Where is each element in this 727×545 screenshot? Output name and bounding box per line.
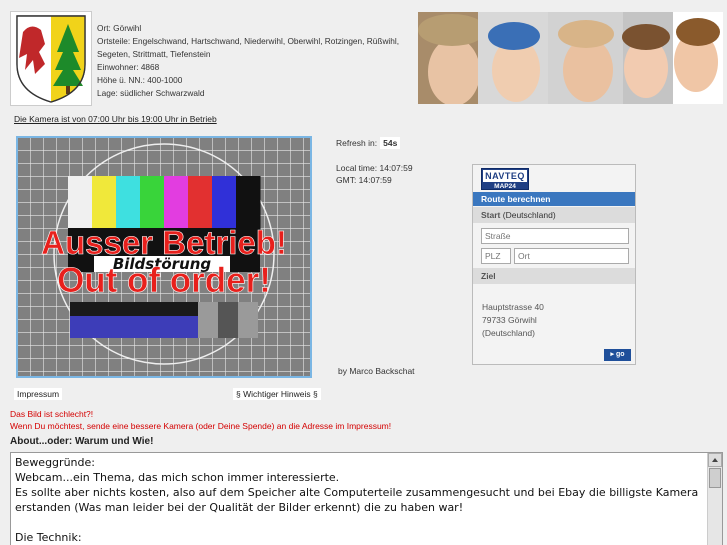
about-heading: About...oder: Warum und Wie!: [10, 436, 154, 447]
bad-image-notice: Das Bild ist schlecht?!: [10, 409, 94, 419]
hinweis-link[interactable]: § Wichtiger Hinweis §: [233, 388, 321, 400]
plz-input[interactable]: [481, 248, 511, 264]
route-destination-section: Ziel: [473, 268, 635, 284]
test-card-color-bars: [68, 176, 261, 230]
location-hoehe: Höhe ü. NN.: 400-1000: [97, 75, 183, 85]
out-of-service-de: Ausser Betrieb!: [41, 224, 287, 261]
camera-hours-link[interactable]: Die Kamera ist von 07:00 Uhr bis 19:00 U…: [14, 114, 217, 124]
donation-notice: Wenn Du möchtest, sende eine bessere Kam…: [10, 421, 392, 431]
route-planner-widget: NAVTEQ MAP24 Route berechnen Start (Deut…: [472, 164, 636, 365]
author-byline: by Marco Backschat: [338, 366, 415, 376]
refresh-label: Refresh in:: [336, 138, 378, 148]
textarea-scrollbar[interactable]: [707, 453, 722, 545]
route-go-button[interactable]: ▸ go: [604, 349, 631, 361]
color-bar: [68, 176, 93, 230]
local-time: Local time: 14:07:59: [336, 163, 413, 173]
refresh-seconds: 54s: [380, 137, 401, 149]
about-textarea[interactable]: Beweggründe: Webcam...ein Thema, das mic…: [10, 452, 723, 545]
address-city: 79733 Görwihl: [482, 315, 537, 325]
ort-input[interactable]: [514, 248, 629, 264]
location-ort: Ort: Görwihl: [97, 23, 142, 33]
ziel-label: Ziel: [481, 271, 496, 281]
route-header: Route berechnen: [473, 192, 635, 206]
time-display: Local time: 14:07:59 GMT: 14:07:59: [336, 162, 413, 186]
color-bar: [116, 176, 141, 230]
location-einwohner: Einwohner: 4868: [97, 62, 160, 72]
start-country: (Deutschland): [502, 210, 556, 220]
location-lage: Lage: südlicher Schwarzwald: [97, 88, 205, 98]
address-country: (Deutschland): [482, 328, 535, 338]
location-ortsteile-cont: Segeten, Strittmatt, Tiefenstein: [97, 49, 211, 59]
color-bar: [236, 176, 261, 230]
color-bar: [188, 176, 213, 230]
location-ortsteile: Ortsteile: Engelschwand, Hartschwand, Ni…: [97, 36, 400, 46]
color-bar: [92, 176, 117, 230]
color-bar: [164, 176, 189, 230]
coat-of-arms-logo: [10, 11, 92, 106]
route-start-section: Start (Deutschland): [473, 207, 635, 223]
impressum-link[interactable]: Impressum: [14, 388, 63, 400]
about-text: Beweggründe: Webcam...ein Thema, das mic…: [15, 456, 699, 544]
location-info: Ort: Görwihl Ortsteile: Engelschwand, Ha…: [97, 22, 399, 100]
scroll-up-icon[interactable]: [708, 453, 722, 467]
color-bar: [212, 176, 237, 230]
street-input[interactable]: [481, 228, 629, 244]
gmt-time: GMT: 14:07:59: [336, 175, 392, 185]
out-of-order-en: Out of order!: [57, 261, 271, 300]
destination-address: Hauptstrasse 40 79733 Görwihl (Deutschla…: [482, 301, 544, 340]
scroll-thumb[interactable]: [709, 468, 721, 488]
color-bar: [140, 176, 165, 230]
address-street: Hauptstrasse 40: [482, 302, 544, 312]
navteq-map24-logo: NAVTEQ MAP24: [481, 168, 529, 190]
refresh-counter: Refresh in: 54s: [336, 137, 401, 149]
webcam-image: Bildstörung Ausser Betrieb! Out of order…: [16, 136, 312, 378]
start-label: Start: [481, 210, 501, 220]
kids-banner-photo: [418, 12, 723, 104]
